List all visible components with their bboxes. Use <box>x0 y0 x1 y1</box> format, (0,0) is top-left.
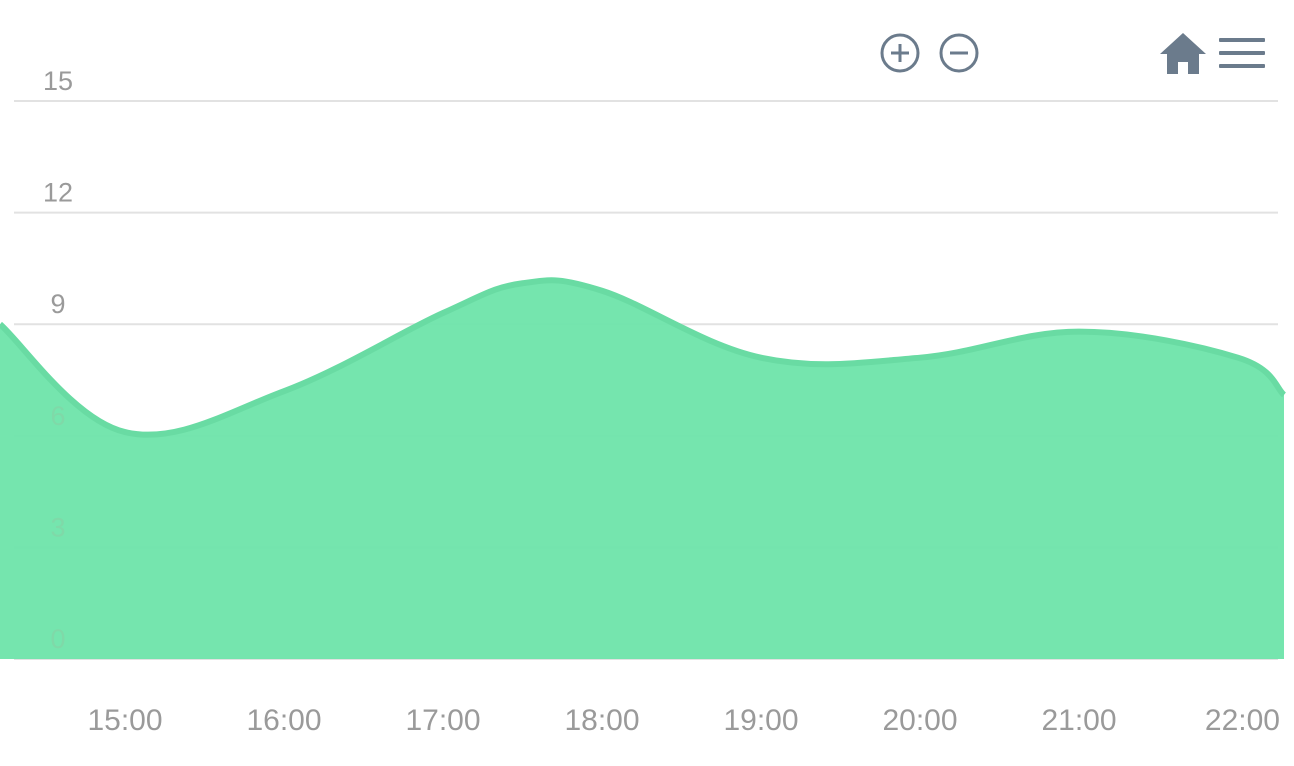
y-tick-label: 9 <box>50 289 65 319</box>
menu-icon <box>1217 35 1267 71</box>
area-chart: 0 3 6 9 12 15 15:00 16:00 17:00 18:00 19:00 20:00 2… <box>0 0 1294 766</box>
series-area <box>0 280 1284 659</box>
x-tick-label: 20:00 <box>882 704 957 737</box>
x-tick-label: 16:00 <box>246 704 321 737</box>
x-tick-label: 15:00 <box>87 704 162 737</box>
menu-button[interactable] <box>1216 28 1268 78</box>
x-axis-ticks: 15:00 16:00 17:00 18:00 19:00 20:00 21:00 22:00 <box>87 704 1280 737</box>
home-icon <box>1158 30 1208 76</box>
zoom-out-icon <box>938 32 980 74</box>
zoom-in-button[interactable] <box>878 28 922 78</box>
y-tick-label: 0 <box>50 624 65 654</box>
reset-zoom-button[interactable] <box>1157 28 1209 78</box>
zoom-out-button[interactable] <box>937 28 981 78</box>
zoom-in-icon <box>879 32 921 74</box>
y-tick-label: 12 <box>43 178 73 208</box>
chart-toolbar <box>0 28 1294 78</box>
chart-canvas: 03691215 15:00 16:00 17:00 18:00 19:00 20:00 2… <box>0 66 1287 737</box>
x-tick-label: 19:00 <box>723 704 798 737</box>
x-tick-label: 22:00 <box>1205 704 1280 737</box>
x-tick-label: 17:00 <box>405 704 480 737</box>
y-tick-label: 6 <box>50 401 65 431</box>
x-tick-label: 18:00 <box>564 704 639 737</box>
area-layer <box>0 277 1287 659</box>
x-tick-label: 21:00 <box>1041 704 1116 737</box>
y-tick-label: 3 <box>50 512 65 542</box>
